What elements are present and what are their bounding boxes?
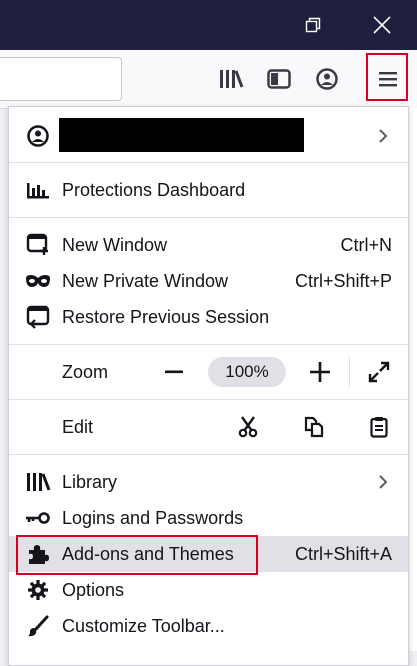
restore-window-icon	[305, 17, 321, 33]
library-icon	[25, 469, 51, 495]
cut-button[interactable]	[233, 409, 263, 445]
account-icon	[25, 123, 51, 149]
menu-item-label: Customize Toolbar...	[62, 615, 225, 636]
menu-item-label: Protections Dashboard	[62, 179, 246, 200]
private-mask-icon	[25, 268, 51, 294]
scissors-icon	[238, 416, 258, 438]
redacted-account-name	[59, 118, 304, 152]
menu-item-options[interactable]: Options	[9, 572, 408, 608]
menu-item-label: Library	[62, 471, 118, 492]
gear-icon	[25, 577, 51, 603]
close-window-button[interactable]	[350, 0, 414, 50]
restore-session-icon	[25, 304, 51, 330]
protections-dashboard-icon	[25, 177, 51, 203]
clipboard-icon	[370, 417, 388, 438]
menu-item-customize-toolbar[interactable]: Customize Toolbar...	[9, 608, 408, 644]
divider	[349, 357, 350, 387]
separator	[9, 217, 408, 218]
menu-item-library[interactable]: Library	[9, 464, 408, 500]
restore-window-button[interactable]	[281, 0, 345, 50]
zoom-reset-button[interactable]: 100%	[208, 357, 286, 387]
account-icon	[316, 68, 338, 90]
app-menu-panel: Protections Dashboard New Window Ctrl+N …	[8, 106, 409, 666]
copy-icon	[304, 416, 324, 438]
close-window-icon	[373, 16, 391, 34]
edit-row: Edit	[9, 409, 408, 445]
add-ons-highlight-box	[16, 535, 258, 575]
library-button[interactable]	[214, 62, 248, 96]
separator	[9, 162, 408, 163]
menu-item-label: Logins and Passwords	[62, 507, 244, 528]
fullscreen-icon	[368, 361, 390, 383]
separator	[9, 454, 408, 455]
zoom-out-button[interactable]	[159, 354, 189, 390]
url-bar[interactable]	[0, 57, 122, 101]
account-button[interactable]	[310, 62, 344, 96]
page-content	[408, 108, 417, 651]
zoom-label: Zoom	[62, 361, 109, 382]
key-icon	[25, 505, 51, 531]
menu-item-label: New Window	[62, 234, 168, 255]
menu-item-logins-and-passwords[interactable]: Logins and Passwords	[9, 500, 408, 536]
menu-button-highlight	[366, 53, 408, 101]
separator	[9, 399, 408, 400]
menu-item-new-private-window[interactable]: New Private Window Ctrl+Shift+P	[9, 263, 408, 299]
plus-icon	[310, 362, 330, 382]
window-titlebar	[0, 0, 417, 50]
zoom-in-button[interactable]	[305, 354, 335, 390]
shortcut-label: Ctrl+N	[340, 234, 392, 255]
menu-item-protections-dashboard[interactable]: Protections Dashboard	[9, 172, 408, 208]
separator	[9, 344, 408, 345]
zoom-row: Zoom 100%	[9, 354, 408, 390]
library-icon	[220, 70, 244, 88]
shortcut-label: Ctrl+Shift+A	[294, 543, 392, 564]
chevron-right-icon	[376, 472, 390, 492]
paste-button[interactable]	[364, 409, 394, 445]
navigation-toolbar	[0, 50, 417, 109]
menu-item-label: New Private Window	[62, 270, 229, 291]
new-window-icon	[25, 232, 51, 258]
minus-icon	[165, 370, 183, 374]
copy-button[interactable]	[299, 409, 329, 445]
sidebar-button[interactable]	[262, 62, 296, 96]
menu-item-label: Restore Previous Session	[62, 306, 270, 327]
menu-item-new-window[interactable]: New Window Ctrl+N	[9, 227, 408, 263]
fullscreen-button[interactable]	[364, 354, 394, 390]
shortcut-label: Ctrl+Shift+P	[294, 270, 392, 291]
edit-label: Edit	[62, 416, 94, 437]
paintbrush-icon	[25, 613, 51, 639]
chevron-right-icon	[376, 126, 390, 146]
sidebar-icon	[267, 69, 291, 89]
menu-item-label: Options	[62, 579, 125, 600]
menu-item-restore-previous-session[interactable]: Restore Previous Session	[9, 299, 408, 335]
